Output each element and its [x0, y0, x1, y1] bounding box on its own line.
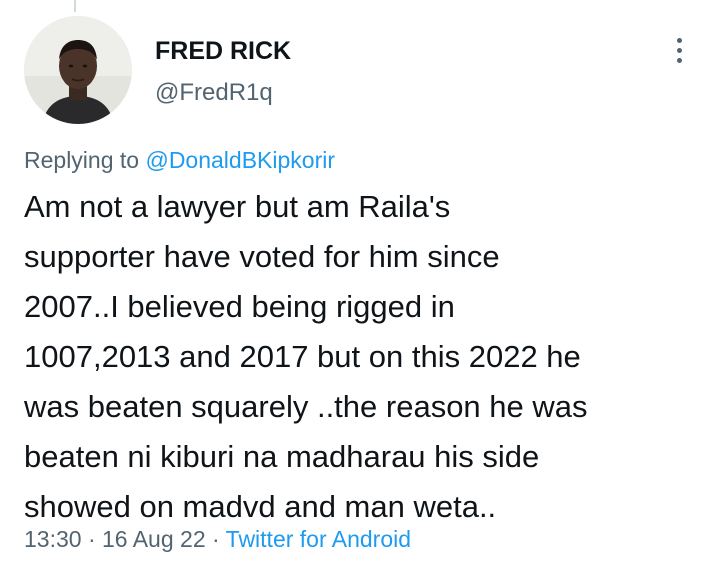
author-display-name[interactable]: FRED RICK — [155, 37, 291, 66]
tweet-text-line: Am not a lawyer but am Raila's — [24, 189, 451, 224]
tweet-text-line: was beaten squarely ..the reason he was — [24, 389, 588, 424]
tweet-source-link[interactable]: Twitter for Android — [226, 526, 411, 552]
tweet-text-line: showed on madvd and man weta.. — [24, 489, 497, 524]
replying-to-line: Replying to @DonaldBKipkorir — [24, 147, 335, 174]
avatar-photo — [24, 16, 132, 124]
tweet-text-line: 2007..I believed being rigged in — [24, 289, 455, 324]
author-handle[interactable]: @FredR1q — [155, 79, 273, 107]
tweet-text-line: 1007,2013 and 2017 but on this 2022 he — [24, 339, 581, 374]
tweet-text-line: supporter have voted for him since — [24, 239, 500, 274]
thread-connector-line — [74, 0, 76, 12]
tweet-text: Am not a lawyer but am Raila's supporter… — [24, 182, 714, 532]
more-vertical-icon-dot — [676, 57, 682, 63]
tweet-metadata: 13:30 · 16 Aug 22 · Twitter for Android — [24, 526, 411, 553]
meta-separator: · — [87, 526, 96, 552]
more-options-button[interactable] — [662, 30, 696, 70]
tweet-time[interactable]: 13:30 — [24, 526, 82, 552]
author-avatar[interactable] — [24, 16, 132, 124]
tweet-text-line: beaten ni kiburi na madharau his side — [24, 439, 540, 474]
tweet-date[interactable]: 16 Aug 22 — [102, 526, 206, 552]
more-vertical-icon — [676, 37, 682, 43]
meta-separator: · — [212, 526, 220, 552]
more-vertical-icon-dot — [676, 47, 682, 53]
reply-mention-link[interactable]: @DonaldBKipkorir — [145, 147, 335, 173]
replying-to-label: Replying to — [24, 147, 140, 173]
